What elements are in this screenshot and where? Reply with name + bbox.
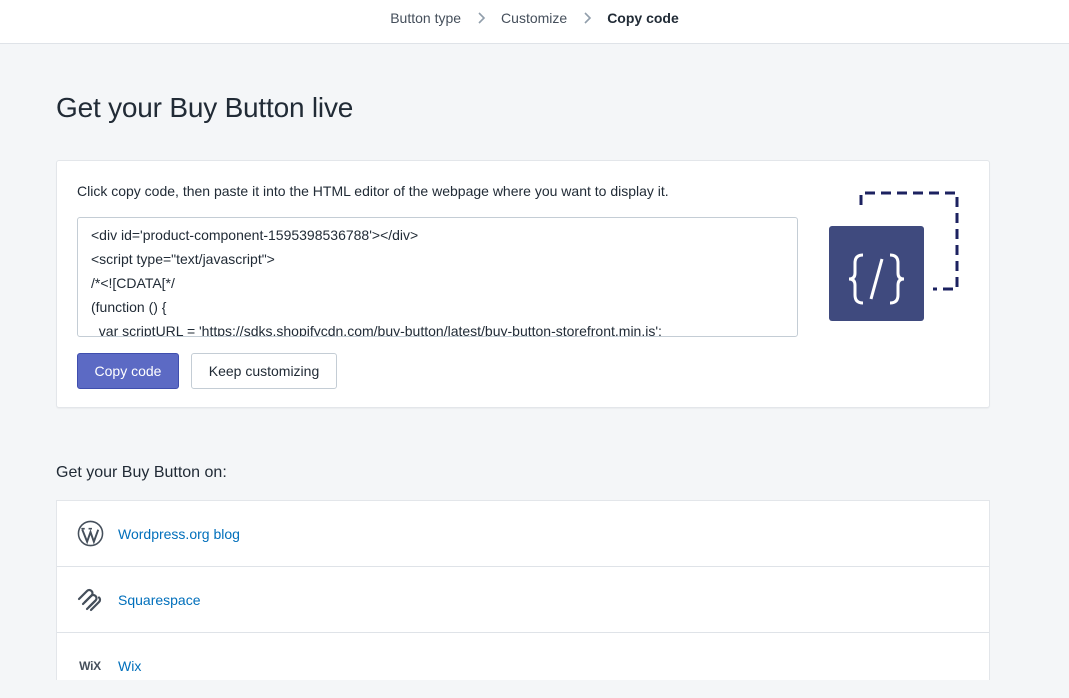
squarespace-icon bbox=[76, 586, 104, 614]
chevron-right-icon bbox=[463, 11, 499, 25]
code-line: <div id='product-component-1595398536788… bbox=[91, 227, 419, 243]
wordpress-link[interactable]: Wordpress.org blog bbox=[118, 526, 240, 542]
platforms-heading: Get your Buy Button on: bbox=[56, 464, 227, 481]
list-item[interactable]: Squarespace bbox=[57, 567, 989, 633]
breadcrumb-customize[interactable]: Customize bbox=[499, 10, 569, 26]
chevron-right-icon bbox=[569, 11, 605, 25]
code-line: var scriptURL = 'https://sdks.shopifycdn… bbox=[91, 323, 662, 337]
code-braces-icon bbox=[829, 191, 961, 323]
platform-list: Wordpress.org blog Squarespace WiX Wix bbox=[56, 500, 990, 680]
squarespace-link[interactable]: Squarespace bbox=[118, 592, 201, 608]
copy-code-button[interactable]: Copy code bbox=[77, 353, 179, 389]
page-title: Get your Buy Button live bbox=[56, 92, 354, 123]
list-item[interactable]: Wordpress.org blog bbox=[57, 501, 989, 567]
breadcrumb-button-type[interactable]: Button type bbox=[388, 10, 463, 26]
breadcrumb-copy-code: Copy code bbox=[607, 10, 679, 26]
embed-code-textarea[interactable]: <div id='product-component-1595398536788… bbox=[77, 217, 798, 337]
code-line: (function () { bbox=[91, 299, 167, 315]
wix-link[interactable]: Wix bbox=[118, 658, 141, 674]
wix-icon: WiX bbox=[76, 652, 104, 680]
code-line: /*<![CDATA[*/ bbox=[91, 275, 175, 291]
page-bottom bbox=[0, 680, 1069, 698]
wordpress-icon bbox=[76, 520, 104, 548]
list-item[interactable]: WiX Wix bbox=[57, 633, 989, 680]
code-card: Click copy code, then paste it into the … bbox=[56, 160, 990, 408]
wix-icon-text: WiX bbox=[79, 658, 101, 673]
keep-customizing-button[interactable]: Keep customizing bbox=[191, 353, 337, 389]
breadcrumb: Button type Customize Copy code bbox=[0, 0, 1069, 36]
top-bar: Button type Customize Copy code bbox=[0, 0, 1069, 44]
copy-instructions: Click copy code, then paste it into the … bbox=[77, 183, 669, 199]
code-line: <script type="text/javascript"> bbox=[91, 251, 275, 267]
